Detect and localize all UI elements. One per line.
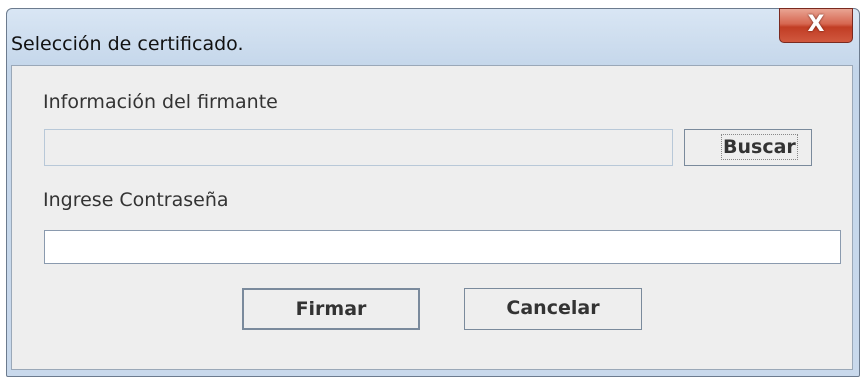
- screen: Selección de certificado. X Información …: [0, 0, 867, 381]
- close-button[interactable]: X: [779, 8, 853, 43]
- search-button-label: Buscar: [721, 134, 798, 160]
- dialog-content: Información del firmante Buscar Ingrese …: [11, 65, 853, 370]
- certificate-dialog: Selección de certificado. X Información …: [6, 8, 860, 377]
- signer-info-field: [44, 129, 673, 166]
- sign-button[interactable]: Firmar: [242, 288, 420, 330]
- cancel-button[interactable]: Cancelar: [464, 288, 642, 330]
- password-label: Ingrese Contraseña: [43, 189, 229, 211]
- close-icon: X: [807, 12, 825, 37]
- search-button[interactable]: Buscar: [684, 129, 812, 166]
- dialog-title: Selección de certificado.: [11, 33, 244, 55]
- password-field[interactable]: [44, 230, 841, 264]
- title-bar[interactable]: Selección de certificado. X: [7, 8, 859, 65]
- signer-info-label: Información del firmante: [43, 91, 278, 113]
